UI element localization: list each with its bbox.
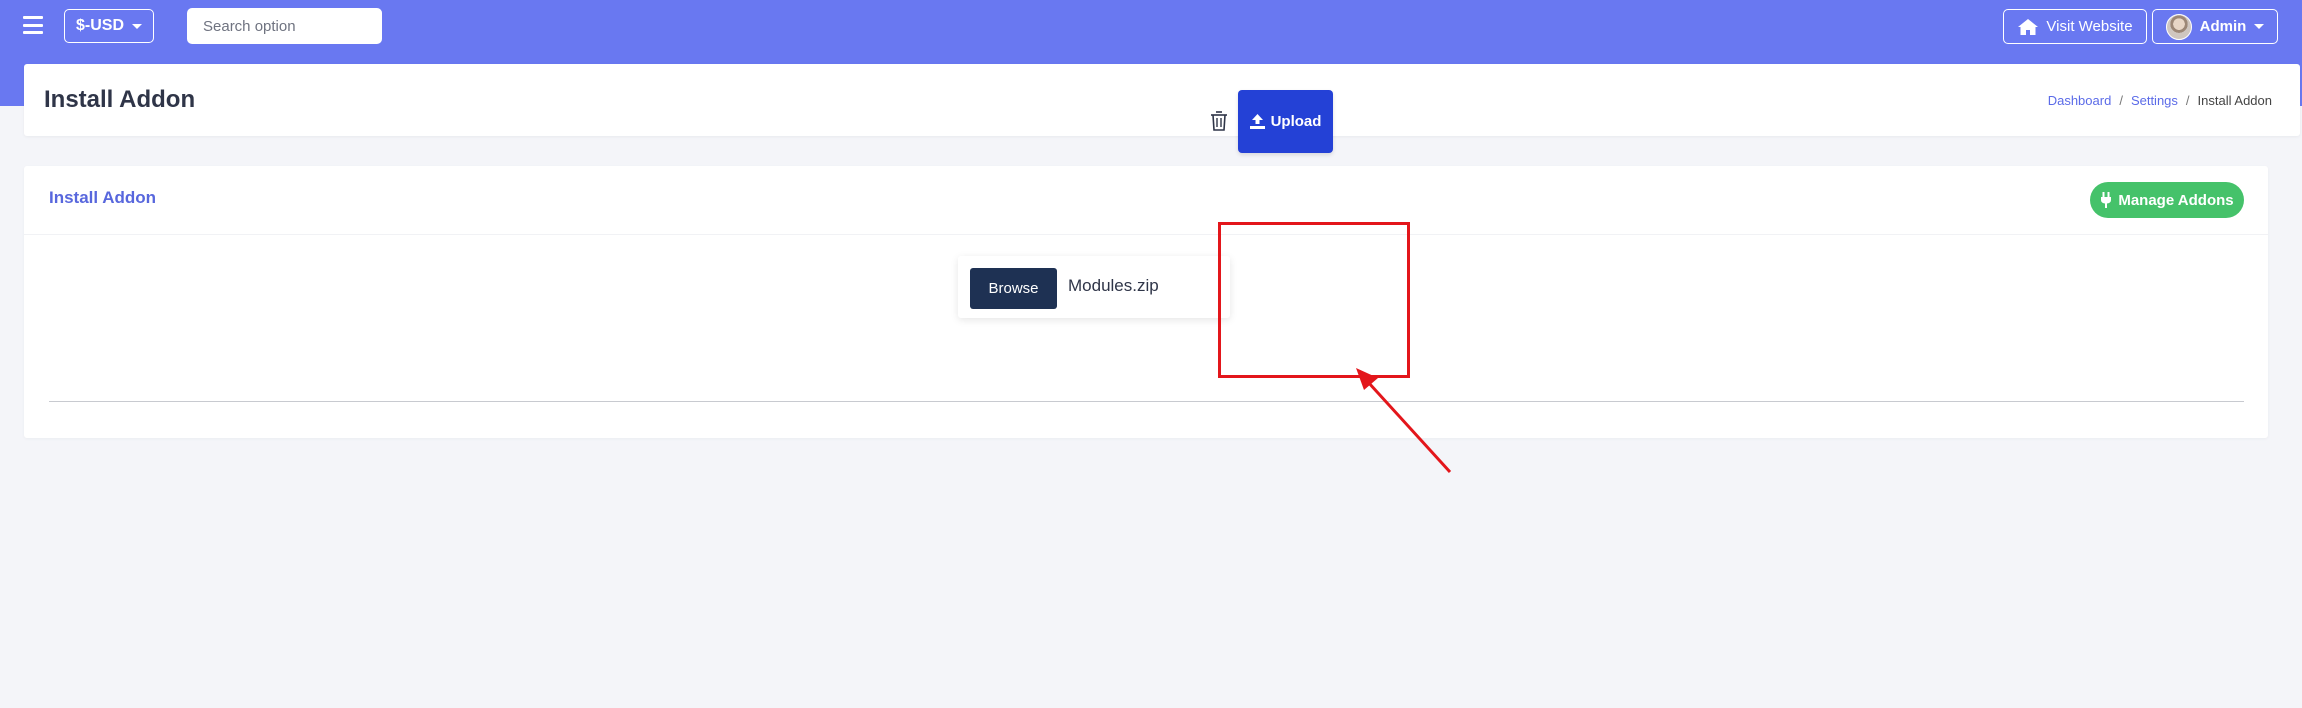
currency-label: $-USD bbox=[75, 17, 124, 34]
breadcrumb-separator: / bbox=[2185, 93, 2190, 108]
card-title: Install Addon bbox=[49, 188, 157, 207]
page-header: Install Addon Dashboard / Settings / Ins… bbox=[24, 64, 2300, 136]
upload-label: Upload bbox=[1270, 113, 1322, 130]
card-divider bbox=[49, 401, 2244, 402]
breadcrumb-dashboard[interactable]: Dashboard bbox=[2048, 93, 2112, 108]
currency-dropdown[interactable]: $-USD bbox=[64, 9, 154, 43]
plug-icon bbox=[2101, 192, 2112, 208]
avatar bbox=[2165, 13, 2192, 40]
visit-website-label: Visit Website bbox=[2046, 18, 2133, 35]
browse-button[interactable]: Browse bbox=[970, 268, 1057, 309]
caret-down-icon bbox=[2254, 24, 2265, 29]
manage-addons-label: Manage Addons bbox=[2118, 191, 2234, 209]
breadcrumb-settings[interactable]: Settings bbox=[2131, 93, 2178, 108]
trash-icon[interactable] bbox=[1210, 110, 1228, 132]
breadcrumb-current: Install Addon bbox=[2197, 93, 2272, 108]
search-input[interactable] bbox=[187, 8, 382, 44]
home-icon bbox=[2018, 18, 2039, 35]
file-upload-group: Browse Modules.zip bbox=[958, 256, 1230, 318]
visit-website-button[interactable]: Visit Website bbox=[2003, 9, 2147, 44]
breadcrumb: Dashboard / Settings / Install Addon bbox=[2048, 93, 2272, 108]
menu-icon[interactable] bbox=[22, 14, 44, 36]
top-navbar: $-USD Visit Website Admin bbox=[0, 0, 2302, 52]
admin-label: Admin bbox=[2199, 18, 2247, 35]
breadcrumb-separator: / bbox=[2119, 93, 2123, 108]
install-addon-card: Install Addon Manage Addons Browse Modul… bbox=[24, 166, 2268, 438]
annotation-highlight-box bbox=[1218, 222, 1410, 378]
card-header-divider bbox=[24, 234, 2268, 235]
caret-down-icon bbox=[132, 23, 142, 29]
selected-file-name: Modules.zip bbox=[1068, 276, 1159, 295]
upload-button[interactable]: Upload bbox=[1238, 90, 1333, 153]
page-title: Install Addon bbox=[44, 86, 196, 113]
upload-icon bbox=[1249, 114, 1265, 129]
admin-dropdown[interactable]: Admin bbox=[2152, 9, 2278, 44]
manage-addons-button[interactable]: Manage Addons bbox=[2090, 182, 2244, 218]
